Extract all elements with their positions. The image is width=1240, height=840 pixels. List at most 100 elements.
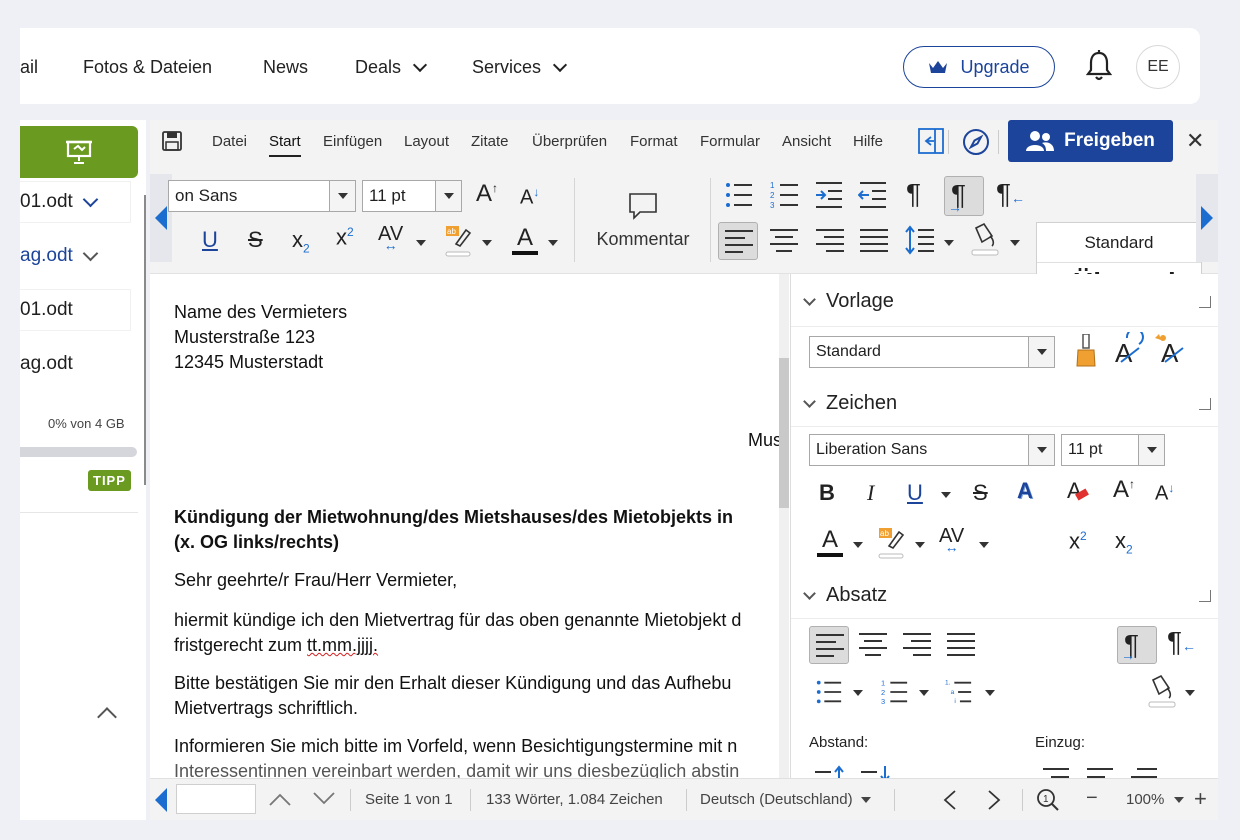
grow-font-icon[interactable]: A↑ xyxy=(1113,478,1135,502)
align-center-icon[interactable] xyxy=(770,228,798,254)
rtl-paragraph-icon[interactable]: ¶← xyxy=(996,180,1025,208)
justify-icon[interactable] xyxy=(947,632,975,658)
tipp-badge[interactable]: TIPP xyxy=(88,470,131,491)
dropdown-arrow-icon[interactable] xyxy=(1010,240,1020,246)
italic-icon[interactable]: I xyxy=(867,482,874,504)
numbered-list-icon[interactable]: 123 xyxy=(770,180,800,210)
dropdown-arrow-icon[interactable] xyxy=(941,492,951,498)
menu-layout[interactable]: Layout xyxy=(404,133,449,150)
expand-corner-icon[interactable] xyxy=(1199,296,1211,308)
menu-datei[interactable]: Datei xyxy=(212,133,247,150)
align-right-icon[interactable] xyxy=(816,228,844,254)
highlight-color-icon[interactable]: ab xyxy=(877,526,905,560)
align-left-button[interactable] xyxy=(718,222,758,260)
zoom-out-button[interactable]: − xyxy=(1086,787,1098,810)
menu-ueberpruefen[interactable]: Überprüfen xyxy=(532,133,607,150)
dropdown-arrow-icon[interactable] xyxy=(853,542,863,548)
formatting-marks-icon[interactable]: ¶ xyxy=(906,180,921,208)
menu-ansicht[interactable]: Ansicht xyxy=(782,133,831,150)
dropdown-arrow-icon[interactable] xyxy=(548,240,558,246)
paragraph-shading-icon[interactable] xyxy=(970,222,1000,258)
font-name-select[interactable]: on Sans xyxy=(168,180,356,212)
dropdown-arrow-icon[interactable] xyxy=(482,240,492,246)
nav-fotos-dateien[interactable]: Fotos & Dateien xyxy=(83,57,212,78)
dropdown-arrow-icon[interactable] xyxy=(1185,690,1195,696)
sidebar-scrollbar[interactable] xyxy=(144,195,146,485)
word-count[interactable]: 133 Wörter, 1.084 Zeichen xyxy=(486,791,663,808)
panel-ltr-paragraph-button[interactable]: ¶ → xyxy=(1117,626,1157,664)
dropdown-arrow-icon[interactable] xyxy=(985,690,995,696)
highlight-color-icon[interactable]: ab xyxy=(444,224,472,258)
decrease-indent-icon[interactable] xyxy=(858,180,888,210)
sidebar-file-item[interactable]: 01.odt xyxy=(20,290,130,330)
page-number-input[interactable] xyxy=(176,784,256,814)
ribbon-scroll-right[interactable] xyxy=(1196,174,1218,262)
zoom-reset-icon[interactable]: 1 xyxy=(1036,788,1060,812)
outline-list-icon[interactable]: 1.ai xyxy=(945,678,973,706)
shrink-font-icon[interactable]: A↓ xyxy=(1155,482,1174,504)
font-color-icon[interactable]: A xyxy=(512,226,538,255)
subscript-icon[interactable]: x2 xyxy=(1115,529,1133,555)
menu-formular[interactable]: Formular xyxy=(700,133,760,150)
justify-icon[interactable] xyxy=(860,228,888,254)
nav-services[interactable]: Services xyxy=(472,57,568,78)
share-button[interactable]: Freigeben xyxy=(1008,120,1173,162)
style-standard[interactable]: Standard xyxy=(1037,223,1201,263)
zoom-in-button[interactable]: + xyxy=(1194,786,1207,812)
shrink-font-icon[interactable]: A↓ xyxy=(520,186,539,208)
bell-icon[interactable] xyxy=(1085,50,1113,87)
avatar[interactable]: EE xyxy=(1136,45,1180,89)
rtl-paragraph-icon[interactable]: ¶← xyxy=(1167,628,1196,656)
nav-mail[interactable]: ail xyxy=(20,57,38,78)
bullet-list-icon[interactable] xyxy=(815,678,843,706)
bold-icon[interactable]: B xyxy=(819,482,835,504)
strikethrough-icon[interactable]: S xyxy=(248,229,263,251)
save-icon[interactable] xyxy=(162,131,182,151)
arrow-forward-icon[interactable] xyxy=(986,789,1002,811)
shadow-icon[interactable]: A xyxy=(1017,480,1033,502)
subscript-icon[interactable]: x2 xyxy=(292,228,310,254)
dropdown-arrow-icon[interactable] xyxy=(853,690,863,696)
superscript-icon[interactable]: x2 xyxy=(1069,530,1087,552)
character-spacing-icon[interactable]: AV ↔ xyxy=(939,526,964,554)
nav-news[interactable]: News xyxy=(263,57,308,78)
section-absatz[interactable]: Absatz xyxy=(803,584,887,607)
close-button[interactable]: ✕ xyxy=(1186,128,1204,154)
dropdown-arrow-icon[interactable] xyxy=(416,240,426,246)
menu-start[interactable]: Start xyxy=(269,133,301,157)
dropdown-arrow-icon[interactable] xyxy=(915,542,925,548)
document-scrollbar[interactable] xyxy=(779,274,789,782)
arrow-back-icon[interactable] xyxy=(942,789,958,811)
grow-font-icon[interactable]: A↑ xyxy=(476,182,498,206)
navigator-compass-icon[interactable] xyxy=(962,128,990,156)
font-size-select[interactable]: 11 pt xyxy=(362,180,462,212)
previous-page-icon[interactable] xyxy=(268,791,292,807)
update-style-icon[interactable]: A xyxy=(1113,332,1145,368)
character-spacing-icon[interactable]: AV ↔ xyxy=(378,224,403,252)
bullet-list-icon[interactable] xyxy=(724,180,754,210)
chevron-up-icon[interactable] xyxy=(97,707,117,727)
paragraph-shading-icon[interactable] xyxy=(1147,674,1177,710)
menu-format[interactable]: Format xyxy=(630,133,678,150)
font-color-icon[interactable]: A xyxy=(817,528,843,557)
upgrade-button[interactable]: Upgrade xyxy=(903,46,1055,88)
section-vorlage[interactable]: Vorlage xyxy=(803,290,894,313)
panel-align-left-button[interactable] xyxy=(809,626,849,664)
underline-icon[interactable]: U xyxy=(907,482,923,504)
underline-icon[interactable]: U xyxy=(202,229,218,251)
numbered-list-icon[interactable]: 123 xyxy=(881,678,909,706)
panel-font-name-select[interactable]: Liberation Sans xyxy=(809,434,1055,466)
menu-zitate[interactable]: Zitate xyxy=(471,133,509,150)
panel-font-size-select[interactable]: 11 pt xyxy=(1061,434,1165,466)
expand-corner-icon[interactable] xyxy=(1199,398,1211,410)
sidebar-file-item[interactable]: ag.odt xyxy=(20,344,130,384)
menu-einfuegen[interactable]: Einfügen xyxy=(323,133,382,150)
sidebar-toggle-icon[interactable] xyxy=(918,128,944,154)
dropdown-arrow-icon[interactable] xyxy=(979,542,989,548)
language-select[interactable]: Deutsch (Deutschland) xyxy=(700,791,871,808)
line-spacing-icon[interactable] xyxy=(904,224,934,256)
clear-formatting-icon[interactable]: A xyxy=(1067,480,1089,502)
dropdown-arrow-icon[interactable] xyxy=(944,240,954,246)
expand-corner-icon[interactable] xyxy=(1199,590,1211,602)
increase-indent-icon[interactable] xyxy=(814,180,844,210)
